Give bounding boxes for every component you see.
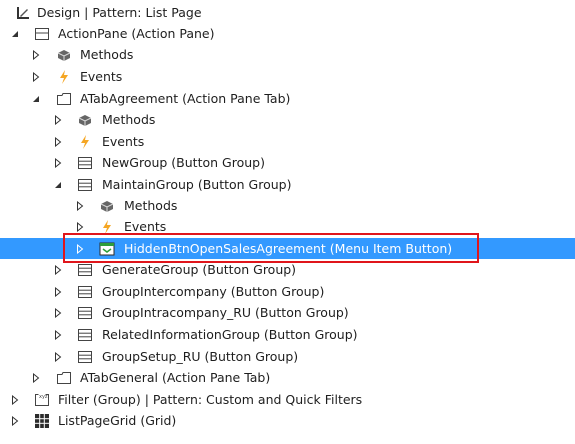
tree-node-label: Methods — [124, 198, 178, 213]
button-group-icon — [76, 304, 94, 321]
button-group-icon — [76, 154, 94, 171]
tab-icon — [55, 369, 73, 386]
svg-text:xyz: xyz — [39, 394, 48, 400]
methods-icon — [98, 197, 116, 214]
tree-node-events[interactable]: Events — [0, 131, 575, 152]
tree-node-label: ATabGeneral (Action Pane Tab) — [80, 370, 271, 385]
collapsed-arrow-icon[interactable] — [74, 195, 86, 216]
tree-node-new-group[interactable]: NewGroup (Button Group) — [0, 152, 575, 173]
tree-node-maintain-group[interactable]: MaintainGroup (Button Group) — [0, 174, 575, 195]
tree-node-label: Events — [80, 69, 123, 84]
tree-node-label: Design | Pattern: List Page — [37, 5, 202, 20]
button-group-icon — [76, 283, 94, 300]
tree-node-methods[interactable]: Methods — [0, 195, 575, 216]
tree-node-list-page-grid[interactable]: ListPageGrid (Grid) — [0, 410, 575, 431]
collapsed-arrow-icon[interactable] — [9, 410, 21, 431]
tree-node-label: GroupIntercompany (Button Group) — [102, 284, 325, 299]
expanded-arrow-icon[interactable] — [9, 23, 21, 44]
button-group-icon — [76, 326, 94, 343]
tree-node-label: RelatedInformationGroup (Button Group) — [102, 327, 358, 342]
design-icon — [14, 4, 32, 21]
methods-icon — [76, 111, 94, 128]
methods-icon — [55, 46, 73, 63]
tree-node-group-intercompany[interactable]: GroupIntercompany (Button Group) — [0, 281, 575, 302]
events-icon — [76, 133, 94, 150]
button-group-icon — [76, 261, 94, 278]
tree-node-label: GroupSetup_RU (Button Group) — [102, 349, 299, 364]
collapsed-arrow-icon[interactable] — [52, 152, 64, 173]
tree-node-label: NewGroup (Button Group) — [102, 155, 265, 170]
action-pane-icon — [33, 25, 51, 42]
tree-node-label: Events — [124, 219, 167, 234]
tree-node-methods[interactable]: Methods — [0, 109, 575, 130]
collapsed-arrow-icon[interactable] — [74, 216, 86, 237]
tree-node-methods[interactable]: Methods — [0, 44, 575, 65]
tree-node-action-pane[interactable]: ActionPane (Action Pane) — [0, 23, 575, 44]
filter-group-icon: xyz — [33, 391, 51, 408]
events-icon — [55, 68, 73, 85]
tree-node-label: GroupIntracompany_RU (Button Group) — [102, 305, 349, 320]
expanded-arrow-icon[interactable] — [52, 174, 64, 195]
tree-node-group-setup-ru[interactable]: GroupSetup_RU (Button Group) — [0, 346, 575, 367]
button-group-icon — [76, 176, 94, 193]
tree-node-label: ActionPane (Action Pane) — [58, 26, 215, 41]
collapsed-arrow-icon[interactable] — [30, 66, 42, 87]
events-icon — [98, 218, 116, 235]
button-group-icon — [76, 348, 94, 365]
tree-node-atab-general[interactable]: ATabGeneral (Action Pane Tab) — [0, 367, 575, 388]
collapsed-arrow-icon[interactable] — [30, 44, 42, 65]
tree-node-events[interactable]: Events — [0, 216, 575, 237]
expanded-arrow-icon[interactable] — [30, 88, 42, 109]
tree-node-hidden-btn-open-sales-agreement[interactable]: HiddenBtnOpenSalesAgreement (Menu Item B… — [0, 238, 575, 259]
tree-node-generate-group[interactable]: GenerateGroup (Button Group) — [0, 259, 575, 280]
tree-node-label: Methods — [80, 47, 134, 62]
tree-node-filter-group[interactable]: xyz Filter (Group) | Pattern: Custom and… — [0, 389, 575, 410]
collapsed-arrow-icon[interactable] — [9, 389, 21, 410]
tree-node-label: GenerateGroup (Button Group) — [102, 262, 297, 277]
tree-node-design[interactable]: Design | Pattern: List Page — [0, 2, 575, 23]
collapsed-arrow-icon[interactable] — [74, 238, 86, 259]
tree-node-related-information-group[interactable]: RelatedInformationGroup (Button Group) — [0, 324, 575, 345]
tree-node-group-intracompany-ru[interactable]: GroupIntracompany_RU (Button Group) — [0, 302, 575, 323]
tree-node-label: MaintainGroup (Button Group) — [102, 177, 292, 192]
collapsed-arrow-icon[interactable] — [52, 346, 64, 367]
collapsed-arrow-icon[interactable] — [52, 281, 64, 302]
collapsed-arrow-icon[interactable] — [52, 302, 64, 323]
collapsed-arrow-icon[interactable] — [52, 324, 64, 345]
tree-node-atab-agreement[interactable]: ATabAgreement (Action Pane Tab) — [0, 88, 575, 109]
menu-item-button-icon — [98, 240, 116, 257]
collapsed-arrow-icon[interactable] — [52, 109, 64, 130]
collapsed-arrow-icon[interactable] — [30, 367, 42, 388]
collapsed-arrow-icon[interactable] — [52, 131, 64, 152]
tree-node-label: HiddenBtnOpenSalesAgreement (Menu Item B… — [124, 241, 453, 256]
tree-node-label: ATabAgreement (Action Pane Tab) — [80, 91, 291, 106]
collapsed-arrow-icon[interactable] — [52, 259, 64, 280]
tree-node-label: Events — [102, 134, 145, 149]
tree-node-label: Filter (Group) | Pattern: Custom and Qui… — [58, 392, 363, 407]
grid-icon — [33, 412, 51, 429]
tree-node-label: Methods — [102, 112, 156, 127]
tab-icon — [55, 90, 73, 107]
tree-node-label: ListPageGrid (Grid) — [58, 413, 177, 428]
tree-node-events[interactable]: Events — [0, 66, 575, 87]
